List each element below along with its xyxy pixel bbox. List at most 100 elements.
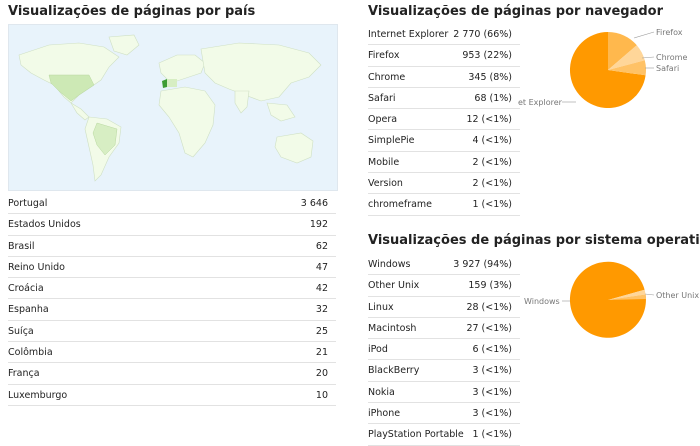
row-label: PlayStation Portable [368, 429, 464, 441]
table-row[interactable]: BlackBerry 3 (<1%) [368, 360, 520, 382]
row-label: chromeframe [368, 199, 433, 211]
pie-label-other-unix: Other Unix [656, 291, 699, 300]
table-row[interactable]: Croácia 42 [8, 278, 336, 300]
map-india [234, 90, 250, 114]
row-label: Luxemburgo [8, 389, 68, 401]
browsers-title: Visualizações de páginas por navegador [368, 4, 664, 19]
row-label: Linux [368, 301, 394, 313]
row-label: Safari [368, 92, 396, 104]
table-row[interactable]: Suíça 25 [8, 321, 336, 343]
row-label: Other Unix [368, 280, 420, 292]
map-spain [167, 79, 177, 87]
row-value: 1 (<1%) [472, 429, 512, 441]
table-row[interactable]: Version 2 (<1%) [368, 173, 520, 195]
row-label: Espanha [8, 304, 49, 316]
pie-label-safari: Safari [656, 64, 679, 73]
table-row[interactable]: Nokia 3 (<1%) [368, 382, 520, 404]
row-value: 2 770 (66%) [453, 29, 512, 40]
table-row[interactable]: iPod 6 (<1%) [368, 339, 520, 361]
table-row[interactable]: Luxemburgo 10 [8, 385, 336, 406]
pie-slice-windows [569, 261, 646, 338]
row-value: 3 646 [300, 198, 328, 209]
table-row[interactable]: PlayStation Portable 1 (<1%) [368, 424, 520, 446]
row-value: 3 (<1%) [472, 365, 512, 377]
os-pie-chart[interactable]: Windows Other Unix [518, 252, 700, 348]
row-label: SimplePie [368, 135, 415, 147]
row-label: Mobile [368, 156, 400, 168]
row-value: 12 (<1%) [466, 114, 512, 126]
row-value: 159 (3%) [468, 280, 512, 292]
countries-table: Portugal 3 646 Estados Unidos 192 Brasil 62… [8, 193, 336, 406]
table-row[interactable]: Macintosh 27 (<1%) [368, 318, 520, 340]
row-value: 27 (<1%) [466, 322, 512, 334]
table-row[interactable]: Estados Unidos 192 [8, 214, 336, 236]
row-value: 62 [315, 240, 328, 252]
row-value: 47 [315, 261, 328, 273]
table-row[interactable]: Linux 28 (<1%) [368, 297, 520, 318]
row-label: França [8, 368, 40, 380]
row-value: 953 (22%) [462, 50, 512, 62]
row-label: Portugal [8, 198, 48, 209]
row-label: Chrome [368, 71, 406, 83]
row-value: 3 927 (94%) [453, 259, 512, 270]
row-label: iPod [368, 344, 388, 356]
row-value: 20 [315, 368, 328, 380]
leader-other-unix [644, 293, 655, 296]
browsers-table: Internet Explorer 2 770 (66%) Firefox 953 … [368, 24, 520, 216]
table-row[interactable]: Chrome 345 (8%) [368, 67, 520, 88]
table-row[interactable]: chromeframe 1 (<1%) [368, 194, 520, 216]
row-value: 1 (<1%) [472, 199, 512, 211]
pie-label-chrome: Chrome [656, 53, 687, 62]
browsers-pie-chart[interactable]: Firefox Chrome Safari et Explorer [518, 22, 700, 118]
table-row[interactable]: Colômbia 21 [8, 342, 336, 364]
table-row[interactable]: Firefox 953 (22%) [368, 45, 520, 67]
row-label: Windows [368, 259, 411, 270]
row-label: Brasil [8, 240, 35, 252]
row-value: 32 [315, 304, 328, 316]
row-value: 4 (<1%) [472, 135, 512, 147]
row-value: 2 (<1%) [472, 178, 512, 190]
row-label: Croácia [8, 283, 44, 295]
table-row[interactable]: Brasil 62 [8, 236, 336, 257]
table-row[interactable]: Espanha 32 [8, 299, 336, 321]
table-row[interactable]: França 20 [8, 363, 336, 385]
table-row[interactable]: SimplePie 4 (<1%) [368, 130, 520, 152]
row-label: Nokia [368, 386, 395, 398]
table-row[interactable]: Internet Explorer 2 770 (66%) [368, 24, 520, 46]
row-value: 345 (8%) [468, 71, 512, 83]
table-row[interactable]: Safari 68 (1%) [368, 88, 520, 110]
pie-label-ie: et Explorer [518, 98, 563, 107]
map-portugal [162, 79, 167, 88]
table-row[interactable]: Windows 3 927 (94%) [368, 254, 520, 276]
map-central-america [70, 102, 90, 121]
world-map[interactable] [8, 24, 338, 191]
map-australia [274, 132, 314, 164]
table-row[interactable]: Reino Unido 47 [8, 257, 336, 279]
table-row[interactable]: Portugal 3 646 [8, 193, 336, 215]
row-label: Version [368, 178, 403, 190]
row-label: Internet Explorer [368, 29, 449, 40]
row-label: Opera [368, 114, 398, 126]
row-label: Reino Unido [8, 261, 65, 273]
row-value: 21 [315, 347, 328, 359]
row-label: Macintosh [368, 322, 417, 334]
table-row[interactable]: Opera 12 (<1%) [368, 109, 520, 131]
row-value: 3 (<1%) [472, 386, 512, 398]
os-table: Windows 3 927 (94%) Other Unix 159 (3%) Li… [368, 254, 520, 446]
row-label: Suíça [8, 325, 34, 337]
row-value: 28 (<1%) [466, 301, 512, 313]
table-row[interactable]: Other Unix 159 (3%) [368, 275, 520, 297]
row-label: BlackBerry [368, 365, 420, 377]
table-row[interactable]: iPhone 3 (<1%) [368, 403, 520, 425]
row-value: 10 [315, 389, 328, 401]
map-asia [200, 42, 322, 102]
row-label: Firefox [368, 50, 400, 62]
row-label: iPhone [368, 408, 401, 420]
row-label: Colômbia [8, 347, 53, 359]
countries-title: Visualizações de páginas por país [8, 4, 256, 19]
row-value: 25 [315, 325, 328, 337]
row-value: 6 (<1%) [472, 344, 512, 356]
table-row[interactable]: Mobile 2 (<1%) [368, 152, 520, 174]
map-greenland [108, 34, 140, 56]
world-map-svg [18, 34, 322, 182]
